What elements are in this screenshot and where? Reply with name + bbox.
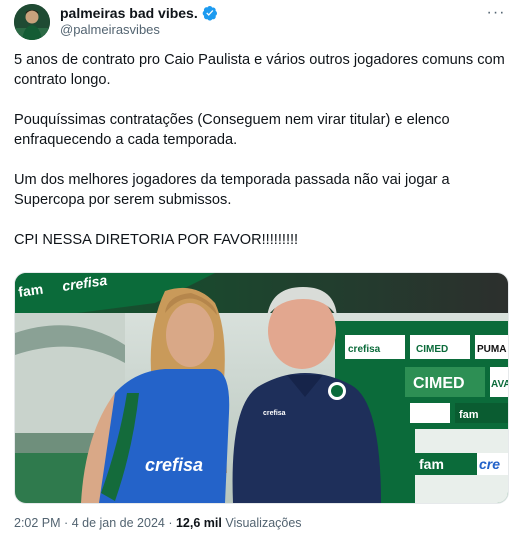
views-label: Visualizações — [225, 516, 302, 530]
tweet-date[interactable]: 4 de jan de 2024 — [72, 516, 165, 530]
tweet-photo[interactable]: fam crefisa crefisa CIMED PUMA CIMED AVA… — [14, 272, 509, 504]
tweet-time[interactable]: 2:02 PM — [14, 516, 61, 530]
author-display-name[interactable]: palmeiras bad vibes. — [60, 4, 198, 22]
more-options-icon[interactable]: ··· — [485, 4, 507, 22]
sign-cimed-small: CIMED — [416, 344, 448, 355]
shirt-sponsor-text: crefisa — [145, 455, 203, 475]
tweet-meta: 2:02 PM · 4 de jan de 2024 · 12,6 mil Vi… — [14, 515, 302, 531]
sign-cre-right: cre — [479, 456, 500, 472]
views-count: 12,6 mil — [175, 516, 222, 530]
photo-scene: fam crefisa crefisa CIMED PUMA CIMED AVA… — [15, 273, 508, 503]
polo-brand-text: crefisa — [263, 410, 286, 417]
tweet-paragraph: 5 anos de contrato pro Caio Paulista e v… — [14, 52, 509, 88]
tweet-card: palmeiras bad vibes. @palmeirasvibes ···… — [0, 0, 529, 534]
tweet-text: 5 anos de contrato pro Caio Paulista e v… — [14, 50, 514, 270]
sign-crefisa-board: crefisa — [348, 344, 381, 355]
author-name-row: palmeiras bad vibes. — [60, 4, 218, 22]
sign-fam-right: fam — [459, 409, 479, 421]
tweet-paragraph: CPI NESSA DIRETORIA POR FAVOR!!!!!!!!! — [14, 232, 299, 248]
tweet-paragraph: Pouquíssimas contratações (Conseguem nem… — [14, 112, 454, 148]
meta-separator: · — [168, 516, 173, 530]
author-avatar[interactable] — [14, 4, 50, 40]
tweet-paragraph: Um dos melhores jogadores da temporada p… — [14, 172, 454, 208]
sign-cimed: CIMED — [413, 375, 465, 392]
verified-badge-icon — [202, 6, 217, 21]
author-handle[interactable]: @palmeirasvibes — [60, 22, 160, 38]
sign-puma: PUMA — [477, 344, 506, 355]
player-avatar-icon — [14, 4, 50, 40]
sign-fam-bottom: fam — [419, 456, 444, 472]
meta-separator: · — [64, 516, 69, 530]
sign-ava: AVA — [491, 379, 508, 390]
